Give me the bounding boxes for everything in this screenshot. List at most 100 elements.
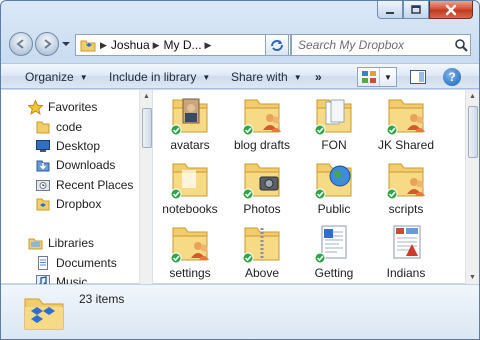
change-view-button[interactable]: ▼ [357,67,397,87]
file-item[interactable]: avatars [154,90,226,154]
file-item[interactable]: Above [226,218,298,282]
chevron-down-icon: ▼ [202,72,211,82]
nav-item-label: Downloads [56,158,116,172]
nav-libraries-header[interactable]: Libraries [27,234,94,252]
share-with-label: Share with [231,70,288,84]
libraries-icon [27,235,43,251]
refresh-button[interactable] [265,34,289,56]
preview-pane-button[interactable] [409,68,427,86]
include-in-library-menu[interactable]: Include in library ▼ [109,68,210,86]
dropbox-folder-large-icon [23,291,65,331]
refresh-icon [271,40,283,51]
file-item[interactable]: blog drafts [226,90,298,154]
close-icon [445,4,457,15]
maximize-icon [411,4,421,14]
file-item[interactable]: notebooks [154,154,226,218]
more-commands-button[interactable]: » [315,68,322,86]
help-icon: ? [448,70,456,84]
folder-icon [170,160,210,200]
file-item[interactable]: Photos [226,154,298,218]
breadcrumb-separator: ▶ [100,39,107,50]
folder-icon [242,224,282,264]
breadcrumb-separator: ▶ [152,39,160,50]
file-list-scrollbar[interactable]: ▲ ▼ [465,90,479,284]
folder-icon [242,96,282,136]
recent-pages-dropdown-icon[interactable] [62,40,70,48]
nav-item-documents[interactable]: Documents [35,254,117,272]
organize-menu[interactable]: Organize ▼ [25,68,88,86]
nav-item-code[interactable]: code [35,118,82,136]
file-item[interactable]: Public [298,154,370,218]
file-item[interactable]: Getting [298,218,370,282]
include-in-library-label: Include in library [109,70,197,84]
organize-label: Organize [25,70,74,84]
nav-item-recent-places[interactable]: Recent Places [35,176,133,194]
nav-item-label: Recent Places [56,178,134,192]
scroll-down-icon[interactable]: ▼ [469,274,476,281]
forward-button[interactable] [35,32,59,56]
scroll-up-icon[interactable]: ▲ [469,93,476,100]
document-file-icon [314,224,354,264]
nav-item-label: Music [56,275,88,284]
nav-item-label: Documents [56,256,117,270]
window-controls [377,1,473,21]
file-item-label: FON [321,138,347,152]
minimize-button[interactable] [377,1,403,19]
share-with-menu[interactable]: Share with ▼ [231,68,302,86]
file-item[interactable]: FON [298,90,370,154]
nav-item-label: Dropbox [56,197,102,211]
desktop-icon [35,138,51,154]
nav-favorites-header[interactable]: Favorites [27,98,97,116]
file-item-label: Indians [386,266,426,280]
downloads-icon [35,157,51,173]
music-icon [35,274,51,284]
folder-icon [386,160,426,200]
navigation-pane-scrollbar[interactable]: ▲ [139,90,152,284]
address-bar[interactable]: ▶ Joshua ▶ My D... ▶ [75,34,291,56]
nav-item-music[interactable]: Music [35,273,87,284]
details-pane: 23 items [1,285,479,339]
folder-icon [314,160,354,200]
main-panes: Favorites code Desktop Downloads Recent … [1,90,479,284]
file-item-label: Public [317,202,351,216]
back-button[interactable] [9,32,33,56]
file-item-label: notebooks [162,202,218,216]
scroll-up-icon[interactable]: ▲ [143,93,150,100]
file-item[interactable]: settings [154,218,226,282]
view-options-dropdown[interactable]: ▼ [380,73,396,82]
dropbox-icon [35,196,51,212]
help-button[interactable]: ? [443,68,461,86]
forward-arrow-icon [44,39,52,49]
nav-item-dropbox[interactable]: Dropbox [35,195,101,213]
file-item-label: Photos [243,202,281,216]
file-item[interactable]: JK Shared [370,90,442,154]
breadcrumb-separator: ▶ [204,39,212,50]
file-item[interactable]: Indians [370,218,442,282]
nav-item-desktop[interactable]: Desktop [35,137,100,155]
close-button[interactable] [429,1,473,19]
folder-icon [170,224,210,264]
search-box [291,34,471,56]
file-item-label: avatars [170,138,210,152]
breadcrumb-joshua[interactable]: Joshua [111,38,150,52]
file-item-label: Getting [314,266,354,280]
recent-places-icon [35,177,51,193]
more-commands-label: » [315,70,322,84]
nav-item-downloads[interactable]: Downloads [35,156,115,174]
address-row: ▶ Joshua ▶ My D... ▶ [9,31,471,57]
scrollbar-thumb[interactable] [142,108,152,148]
chevron-down-icon: ▼ [293,72,302,82]
scrollbar-thumb[interactable] [468,106,478,158]
item-count: 23 items [79,292,125,306]
maximize-button[interactable] [403,1,429,19]
search-input[interactable] [298,36,455,54]
back-arrow-icon [16,39,24,49]
search-icon[interactable] [455,38,468,52]
file-item[interactable]: scripts [370,154,442,218]
folder-icon [35,119,51,135]
minimize-icon [386,11,394,14]
breadcrumb-my-dropbox[interactable]: My D... [164,38,202,52]
file-item-label: settings [169,266,211,280]
file-item-label: JK Shared [377,138,435,152]
view-icon[interactable] [358,68,380,86]
